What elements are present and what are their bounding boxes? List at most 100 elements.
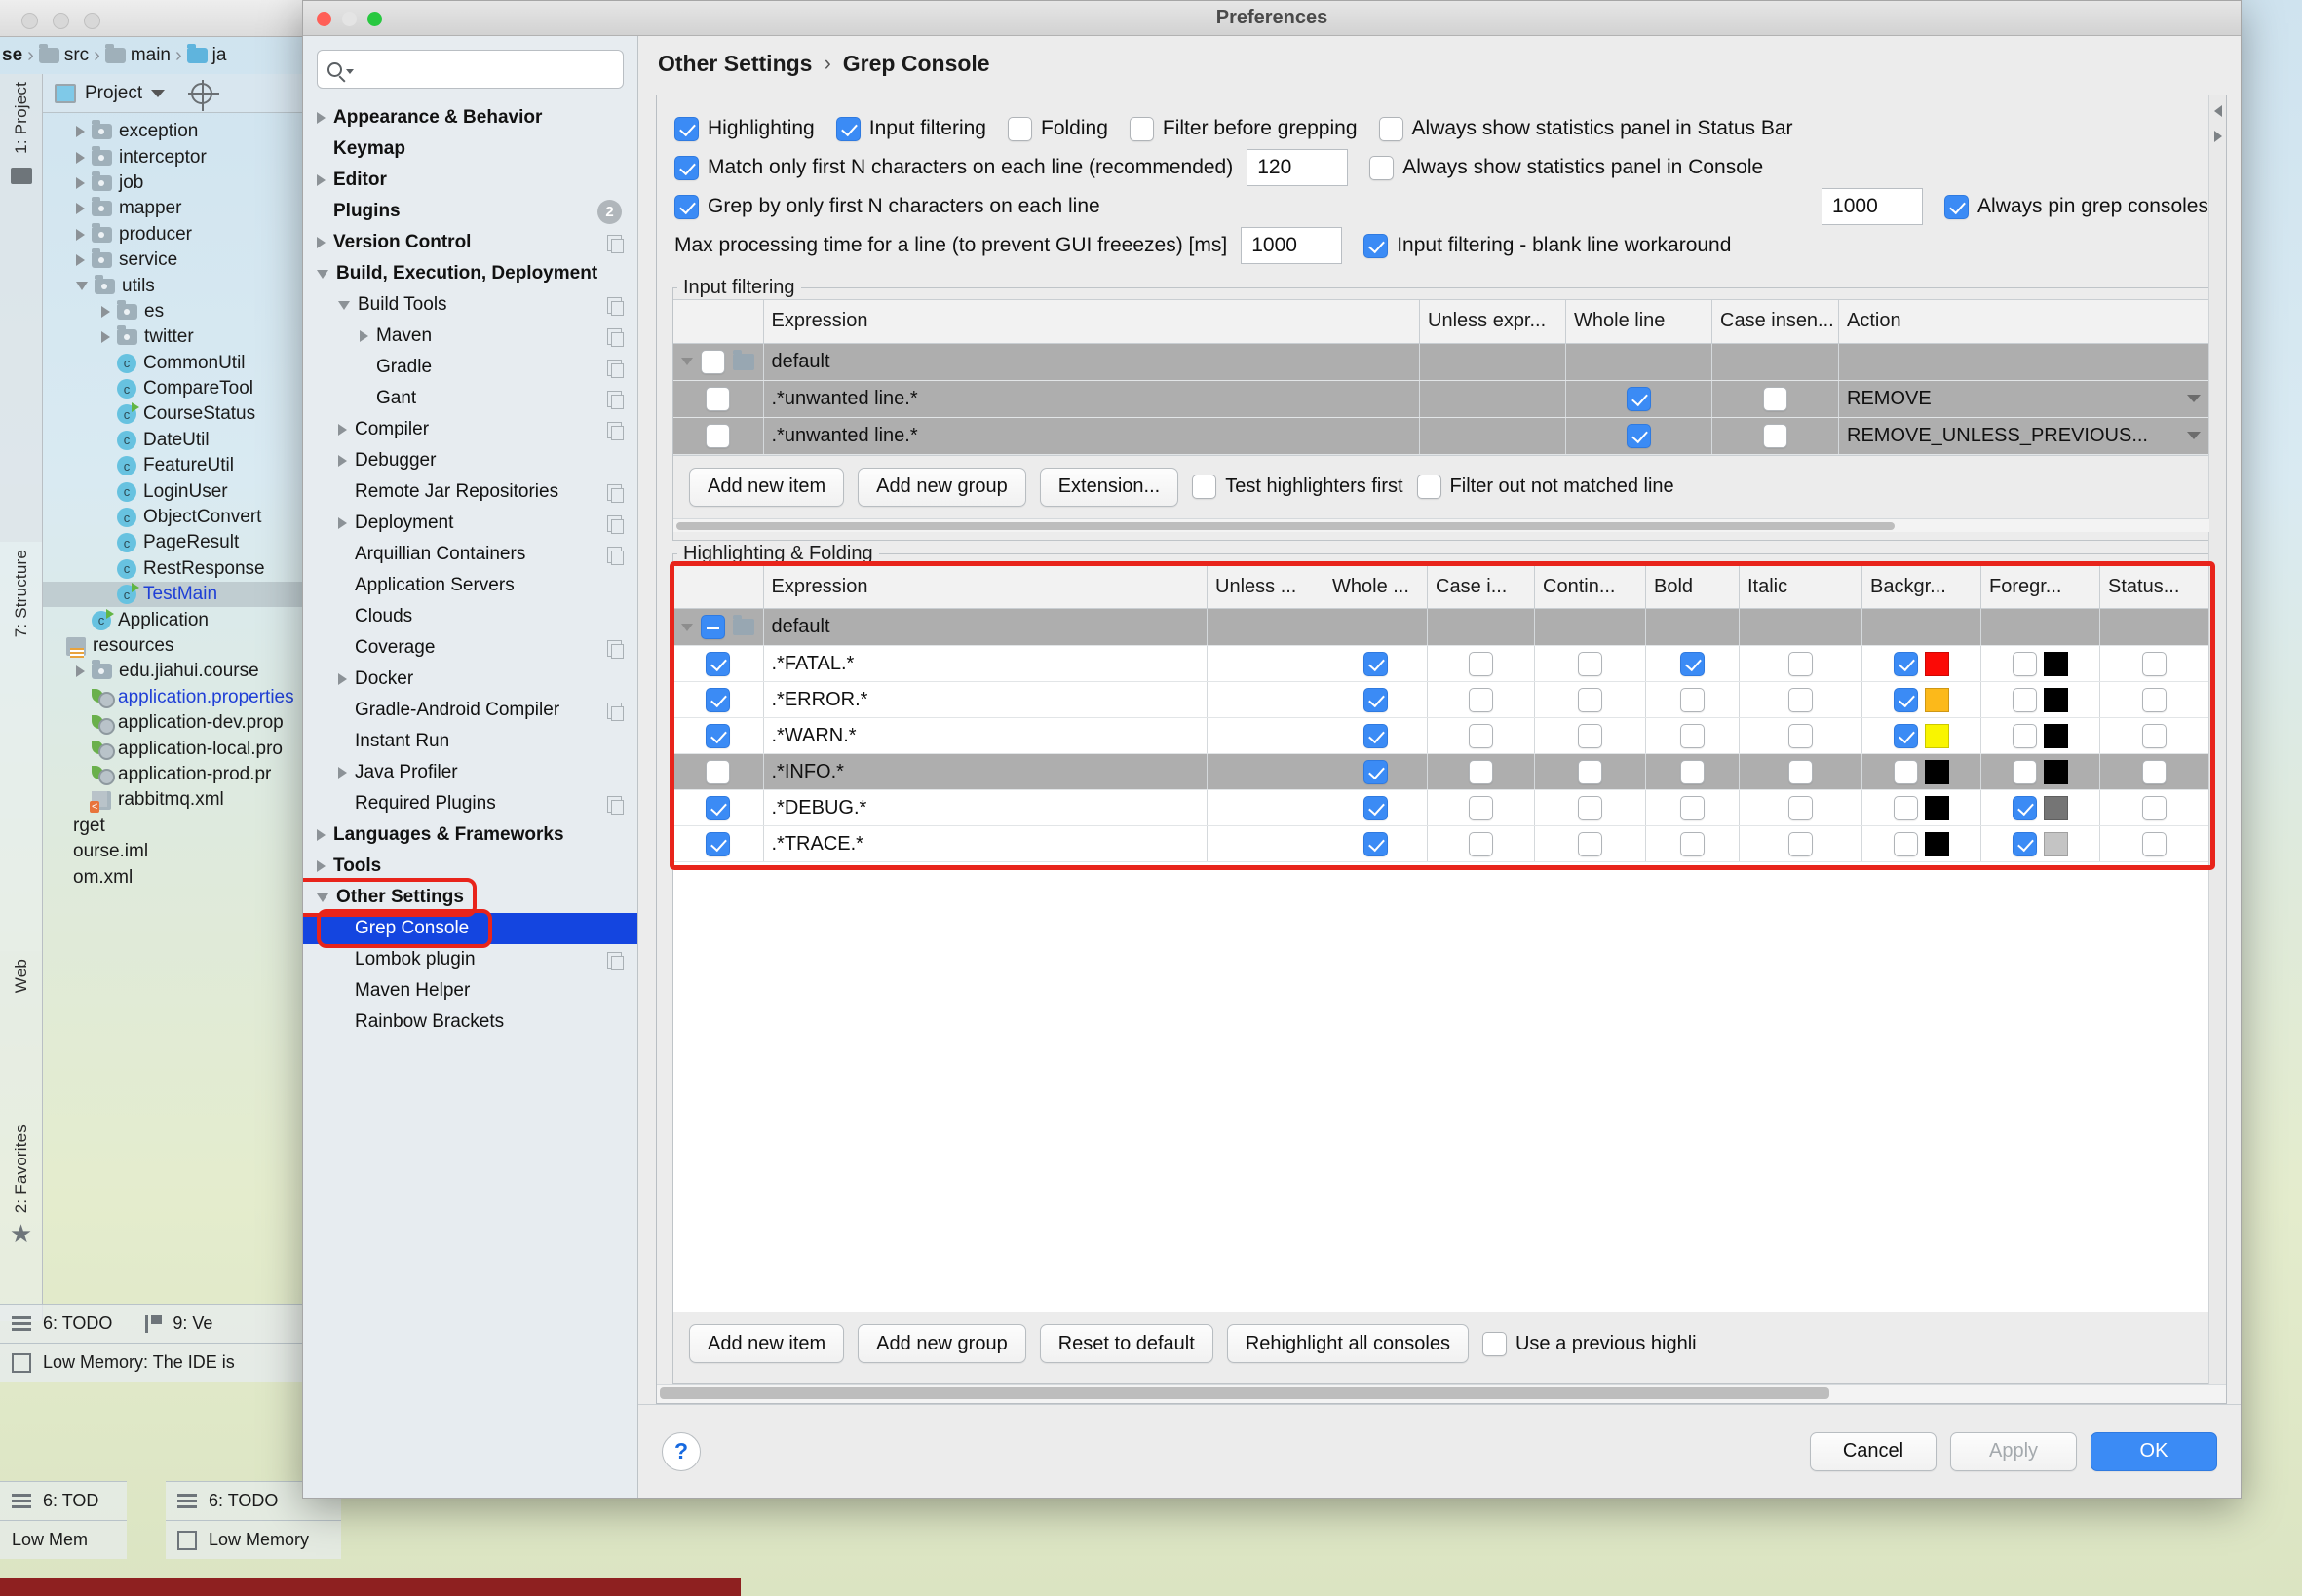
bold-cell[interactable]	[1645, 825, 1740, 862]
cancel-button[interactable]: Cancel	[1810, 1431, 1937, 1471]
foreground-enabled-checkbox[interactable]	[2013, 831, 2037, 856]
status-bar-checkbox[interactable]	[2142, 651, 2167, 676]
italic-cell[interactable]	[1739, 608, 1862, 646]
sidebar-item-remote-jar-repositories[interactable]: Remote Jar Repositories	[303, 476, 637, 508]
background-color-swatch[interactable]	[1925, 759, 1949, 784]
continue-checkbox[interactable]	[1578, 723, 1602, 748]
sidebar-item-tools[interactable]: Tools	[303, 851, 637, 882]
background-enabled-checkbox[interactable]	[1894, 651, 1918, 676]
case-insensitive-cell[interactable]	[1427, 645, 1535, 682]
whole-line-checkbox[interactable]	[1363, 723, 1388, 748]
column-header[interactable]: Status...	[2099, 565, 2209, 609]
column-header[interactable]: Action	[1838, 300, 2209, 344]
project-tree-item[interactable]: c DateUtil	[43, 428, 302, 453]
search-input[interactable]	[317, 50, 624, 89]
whole-line-cell[interactable]	[1324, 789, 1428, 826]
project-tree-item[interactable]: service	[43, 247, 302, 273]
sidebar-item-project[interactable]: 1: Project	[12, 74, 31, 162]
table-row[interactable]: default	[673, 343, 2209, 381]
chevron-down-icon[interactable]	[76, 282, 88, 291]
copy-settings-icon[interactable]	[607, 359, 624, 378]
background-color-cell[interactable]	[1861, 789, 1981, 826]
todo-label[interactable]: 6: TOD	[43, 1491, 98, 1511]
background-color-swatch[interactable]	[1925, 651, 1949, 676]
content-scroll-arrows[interactable]	[2208, 95, 2226, 1403]
unless-expression-cell[interactable]	[1207, 753, 1324, 790]
foreground-enabled-checkbox[interactable]	[2013, 723, 2037, 748]
bold-cell[interactable]	[1645, 717, 1740, 754]
project-tree-item[interactable]: application-dev.prop	[43, 710, 302, 736]
status-cell[interactable]	[2099, 789, 2209, 826]
whole-line-checkbox[interactable]	[1363, 795, 1388, 820]
status-bar-checkbox[interactable]	[2142, 831, 2167, 856]
project-tree-item[interactable]: c ObjectConvert	[43, 505, 302, 530]
project-tree-item[interactable]: producer	[43, 222, 302, 247]
expression-cell[interactable]: .*ERROR.*	[763, 681, 1208, 718]
chevron-right-icon[interactable]	[76, 228, 85, 241]
chevron-right-icon[interactable]	[76, 126, 85, 138]
sidebar-item-build-tools[interactable]: Build Tools	[303, 289, 637, 321]
chevron-right-icon[interactable]	[101, 305, 110, 318]
column-header[interactable]	[673, 565, 764, 609]
chevron-right-icon[interactable]	[76, 203, 85, 215]
whole-line-cell[interactable]	[1324, 753, 1428, 790]
case-insensitive-cell[interactable]	[1711, 380, 1839, 418]
foreground-color-cell[interactable]	[1980, 825, 2100, 862]
folding-checkbox[interactable]	[1008, 116, 1032, 141]
bold-checkbox[interactable]	[1680, 651, 1705, 676]
project-tree-item[interactable]: edu.jiahui.course	[43, 659, 302, 684]
case-insensitive-cell[interactable]	[1427, 608, 1535, 646]
sidebar-item-web[interactable]: Web	[12, 951, 31, 1001]
status-cell[interactable]	[2099, 608, 2209, 646]
status-bar-checkbox[interactable]	[2142, 687, 2167, 712]
column-header[interactable]	[673, 300, 764, 344]
whole-line-checkbox[interactable]	[1627, 423, 1651, 448]
breadcrumb-item[interactable]: main	[104, 44, 171, 66]
sidebar-item-version-control[interactable]: Version Control	[303, 227, 637, 258]
expression-cell[interactable]: default	[763, 343, 1420, 381]
todo-label[interactable]: 6: TODO	[209, 1491, 278, 1511]
chevron-down-icon[interactable]	[2187, 432, 2201, 439]
background-enabled-checkbox[interactable]	[1894, 723, 1918, 748]
background-enabled-checkbox[interactable]	[1894, 795, 1918, 820]
project-tree-item[interactable]: rget	[43, 814, 302, 839]
todo-label[interactable]: 6: TODO	[43, 1313, 112, 1334]
sidebar-item-plugins[interactable]: Plugins 2	[303, 196, 637, 227]
column-header[interactable]: Case insen...	[1711, 300, 1839, 344]
background-color-cell[interactable]	[1861, 645, 1981, 682]
case-insensitive-cell[interactable]	[1427, 789, 1535, 826]
background-color-cell[interactable]	[1861, 608, 1981, 646]
project-tree-item[interactable]: twitter	[43, 324, 302, 350]
chevron-right-icon[interactable]	[338, 424, 347, 436]
unless-expression-cell[interactable]	[1419, 343, 1566, 381]
copy-settings-icon[interactable]	[607, 795, 624, 815]
sidebar-item-structure[interactable]: 7: Structure	[12, 542, 31, 645]
background-color-cell[interactable]	[1861, 717, 1981, 754]
help-button[interactable]: ?	[662, 1431, 701, 1471]
project-tree-item[interactable]: es	[43, 299, 302, 324]
project-tree-item[interactable]: interceptor	[43, 144, 302, 170]
chevron-right-icon[interactable]	[101, 331, 110, 344]
ide-close-icon[interactable]	[21, 13, 38, 29]
italic-cell[interactable]	[1739, 789, 1862, 826]
whole-line-cell[interactable]	[1565, 417, 1712, 455]
continue-cell[interactable]	[1534, 789, 1646, 826]
case-insensitive-cell[interactable]	[1427, 753, 1535, 790]
ide-maximize-icon[interactable]	[84, 13, 100, 29]
italic-cell[interactable]	[1739, 825, 1862, 862]
chevron-right-icon[interactable]	[76, 176, 85, 189]
sidebar-item-required-plugins[interactable]: Required Plugins	[303, 788, 637, 819]
expand-arrow-icon[interactable]	[681, 623, 694, 631]
column-header[interactable]: Contin...	[1534, 565, 1646, 609]
row-enabled-checkbox[interactable]	[706, 831, 731, 856]
background-color-cell[interactable]	[1861, 681, 1981, 718]
whole-line-checkbox[interactable]	[1363, 651, 1388, 676]
whole-line-cell[interactable]	[1324, 608, 1428, 646]
row-enabled-checkbox[interactable]	[706, 723, 731, 748]
sidebar-item-gradle-android-compiler[interactable]: Gradle-Android Compiler	[303, 695, 637, 726]
expression-cell[interactable]: .*FATAL.*	[763, 645, 1208, 682]
bold-checkbox[interactable]	[1680, 723, 1705, 748]
unless-expression-cell[interactable]	[1207, 608, 1324, 646]
status-bar-checkbox[interactable]	[2142, 759, 2167, 784]
foreground-color-swatch[interactable]	[2044, 687, 2068, 712]
